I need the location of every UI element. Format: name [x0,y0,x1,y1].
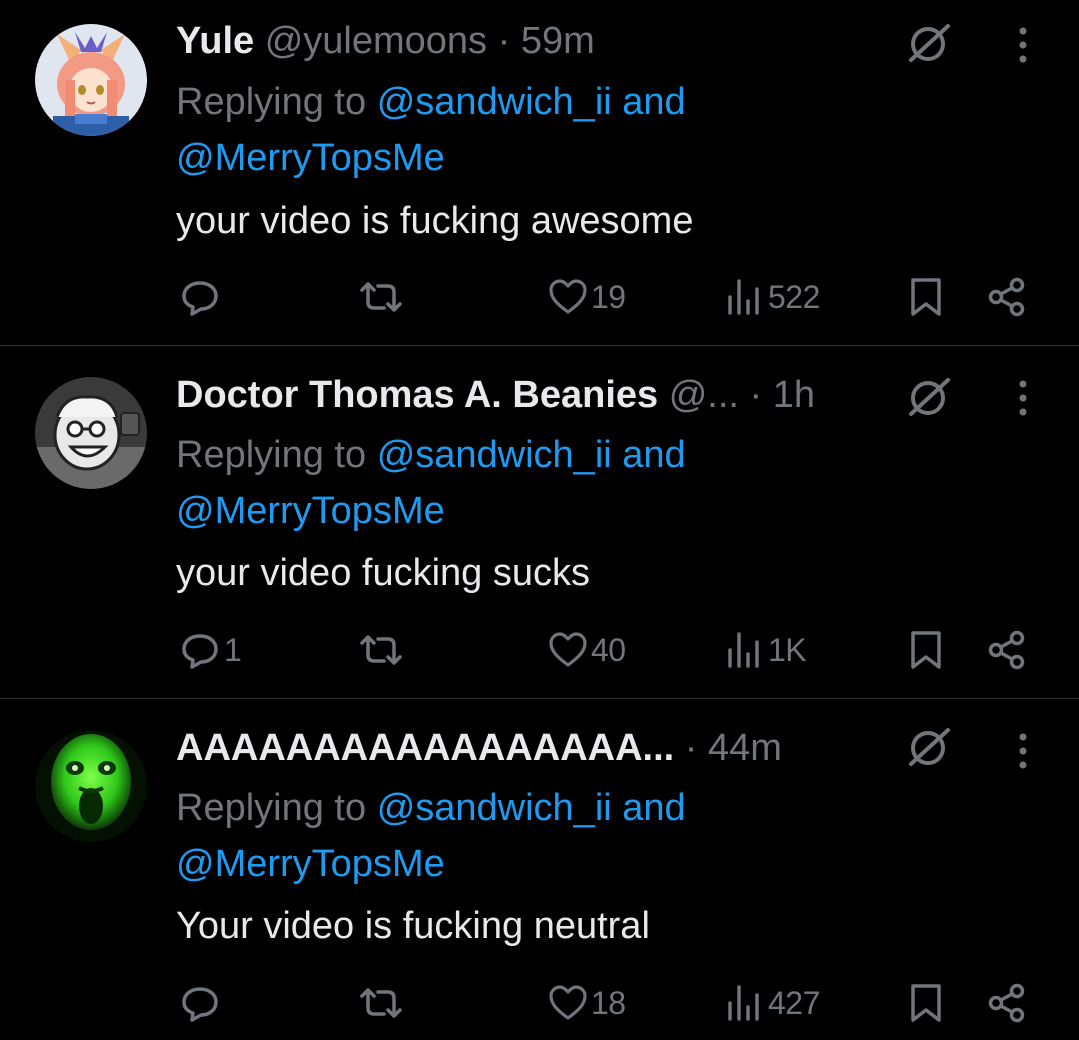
bookmark-button[interactable] [906,272,946,322]
like-count: 19 [591,278,626,315]
heart-icon [549,632,587,667]
more-vertical-icon[interactable] [1010,375,1036,421]
user-handle[interactable]: @... [669,374,739,416]
tweet-text: Your video is fucking neutral [176,905,650,947]
bookmark-icon [911,278,941,316]
avatar[interactable] [35,24,147,136]
heart-icon [549,985,587,1020]
bookmark-icon [911,631,941,669]
mention-link[interactable]: @MerryTopsMe [176,843,445,885]
view-count: 1K [768,631,807,668]
more-vertical-icon[interactable] [1010,728,1036,774]
grok-icon[interactable] [906,724,952,770]
replying-to: Replying to @sandwich_ii and @MerryTopsM… [176,780,876,892]
repost-button[interactable] [356,272,408,322]
mention-link[interactable]: @sandwich_ii [377,787,612,829]
separator-dot: · [749,374,763,416]
like-count: 40 [591,631,626,668]
tweet-header: Yule @yulemoons · 59m [176,18,879,64]
like-button[interactable]: 40 [547,625,626,675]
replying-to: Replying to @sandwich_ii and @MerryTopsM… [176,74,876,186]
share-button[interactable] [985,625,1029,675]
more-vertical-icon[interactable] [1010,22,1036,68]
repost-icon [360,988,402,1018]
action-bar: 1 40 1K [0,625,1079,675]
bookmark-button[interactable] [906,625,946,675]
tweet[interactable]: AAAAAAAAAAAAAAAAA... · 44m Replying to @… [0,700,1079,1040]
avatar[interactable] [35,730,147,842]
separator-dot: · [497,20,511,62]
like-count: 18 [591,984,626,1021]
share-icon [988,277,1025,317]
repost-button[interactable] [356,978,408,1028]
tweet-header: Doctor Thomas A. Beanies @... · 1h [176,372,884,418]
share-button[interactable] [985,272,1029,322]
mention-link[interactable]: @MerryTopsMe [176,137,445,179]
mention-link[interactable]: @MerryTopsMe [176,490,445,532]
reply-icon [182,634,218,669]
reply-button[interactable] [178,272,224,322]
user-handle[interactable]: @yulemoons [265,20,487,62]
mention-link[interactable]: @sandwich_ii [377,434,612,476]
reply-icon [182,281,218,316]
repost-icon [360,282,402,312]
timestamp[interactable]: 44m [708,727,782,769]
tweet-text: your video fucking sucks [176,552,590,594]
replying-to: Replying to @sandwich_ii and @MerryTopsM… [176,427,876,539]
tweet[interactable]: Doctor Thomas A. Beanies @... · 1h Reply… [0,347,1079,699]
grok-icon[interactable] [906,20,952,66]
reply-button[interactable]: 1 [178,625,242,675]
reply-timeline: Yule @yulemoons · 59m Replying to @sandw… [0,0,1079,1040]
display-name[interactable]: Doctor Thomas A. Beanies [176,374,658,416]
mention-link[interactable]: @sandwich_ii [377,81,612,123]
bookmark-icon [911,984,941,1022]
separator-dot: · [684,727,698,769]
grok-icon[interactable] [906,374,952,420]
views-button[interactable]: 1K [722,625,807,675]
action-bar: 18 427 [0,978,1079,1028]
display-name[interactable]: AAAAAAAAAAAAAAAAA... [176,727,674,769]
reply-button[interactable] [178,978,224,1028]
share-button[interactable] [985,978,1029,1028]
views-icon [728,632,759,668]
views-button[interactable]: 427 [722,978,820,1028]
like-button[interactable]: 19 [547,272,626,322]
tweet-text: your video is fucking awesome [176,200,694,242]
replying-prefix: Replying to [176,81,367,123]
replying-prefix: Replying to [176,434,367,476]
and-word: and [622,81,686,123]
avatar[interactable] [35,377,147,489]
share-icon [988,983,1025,1023]
replying-prefix: Replying to [176,787,367,829]
action-bar: 19 522 [0,272,1079,322]
views-button[interactable]: 522 [722,272,820,322]
and-word: and [622,434,686,476]
reply-icon [182,987,218,1022]
repost-button[interactable] [356,625,408,675]
like-button[interactable]: 18 [547,978,626,1028]
views-icon [728,279,759,315]
share-icon [988,630,1025,670]
timestamp[interactable]: 59m [521,20,595,62]
bookmark-button[interactable] [906,978,946,1028]
repost-icon [360,635,402,665]
heart-icon [549,279,587,314]
views-icon [728,985,759,1021]
display-name[interactable]: Yule [176,20,254,62]
tweet-header: AAAAAAAAAAAAAAAAA... · 44m [176,725,879,771]
reply-count: 1 [224,631,242,668]
view-count: 427 [768,984,820,1021]
tweet[interactable]: Yule @yulemoons · 59m Replying to @sandw… [0,0,1079,346]
and-word: and [622,787,686,829]
timestamp[interactable]: 1h [773,374,815,416]
view-count: 522 [768,278,820,315]
